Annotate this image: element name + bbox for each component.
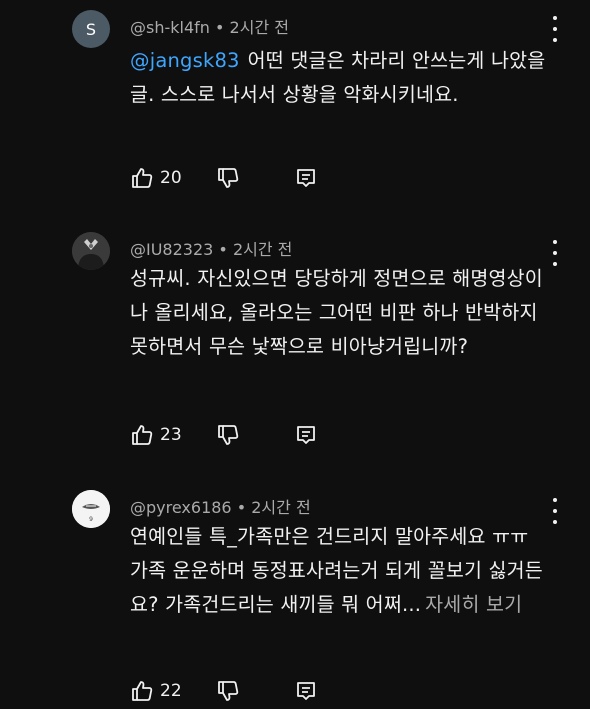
more-vert-icon[interactable] [548,240,562,266]
like-count: 22 [160,681,182,701]
thumb-up-icon [132,168,153,188]
comment-time: 2시간 전 [232,240,293,259]
avatar-image: 9 [72,490,110,528]
thumb-down-icon [218,168,239,188]
comment-meta: @pyrex6186 • 2시간 전 [130,498,311,517]
svg-text:9: 9 [89,516,93,523]
mention-link[interactable]: @jangsk83 [130,49,240,72]
comment-actions: 23 [130,420,550,450]
thumb-up-icon [132,425,153,445]
avatar[interactable]: 9 [72,490,110,528]
reply-button[interactable] [294,676,318,706]
dislike-button[interactable] [216,163,240,193]
comment-meta: @sh-kl4fn • 2시간 전 [130,18,289,37]
comment-time: 2시간 전 [251,498,311,517]
more-vert-icon[interactable] [548,16,562,42]
like-button[interactable]: 23 [130,420,182,450]
more-vert-icon[interactable] [548,498,562,524]
dislike-button[interactable] [216,420,240,450]
avatar-image [72,232,110,270]
avatar[interactable]: S [72,10,110,48]
comment-text: @jangsk83 어떤 댓글은 차라리 안쓰는게 나았을 글. 스스로 나서서 … [130,49,546,106]
avatar[interactable] [72,232,110,270]
dislike-button[interactable] [216,676,240,706]
thumb-up-icon [132,681,153,701]
like-button[interactable]: 22 [130,676,182,706]
reply-icon [297,682,315,700]
comment-actions: 22 [130,676,550,706]
author-name[interactable]: @IU82323 [130,240,213,259]
like-count: 20 [160,168,182,188]
reply-icon [297,426,315,444]
read-more-link[interactable]: 자세히 보기 [425,593,522,616]
comment-time: 2시간 전 [229,18,289,37]
comment-meta: @IU82323 • 2시간 전 [130,240,293,259]
author-name[interactable]: @pyrex6186 [130,498,232,517]
comment-actions: 20 [130,163,550,193]
like-count: 23 [160,425,182,445]
reply-button[interactable] [294,163,318,193]
comment-text: 연예인들 특_가족만은 건드리지 말아주세요 ㅠㅠ 가족 운운하며 동정표사려는… [130,525,543,616]
thumb-down-icon [218,681,239,701]
author-name[interactable]: @sh-kl4fn [130,18,210,37]
reply-icon [297,169,315,187]
like-button[interactable]: 20 [130,163,182,193]
thumb-down-icon [218,425,239,445]
comment-text: 성규씨. 자신있으면 당당하게 정면으로 해명영상이나 올리세요, 올라오는 그… [130,267,543,358]
reply-button[interactable] [294,420,318,450]
